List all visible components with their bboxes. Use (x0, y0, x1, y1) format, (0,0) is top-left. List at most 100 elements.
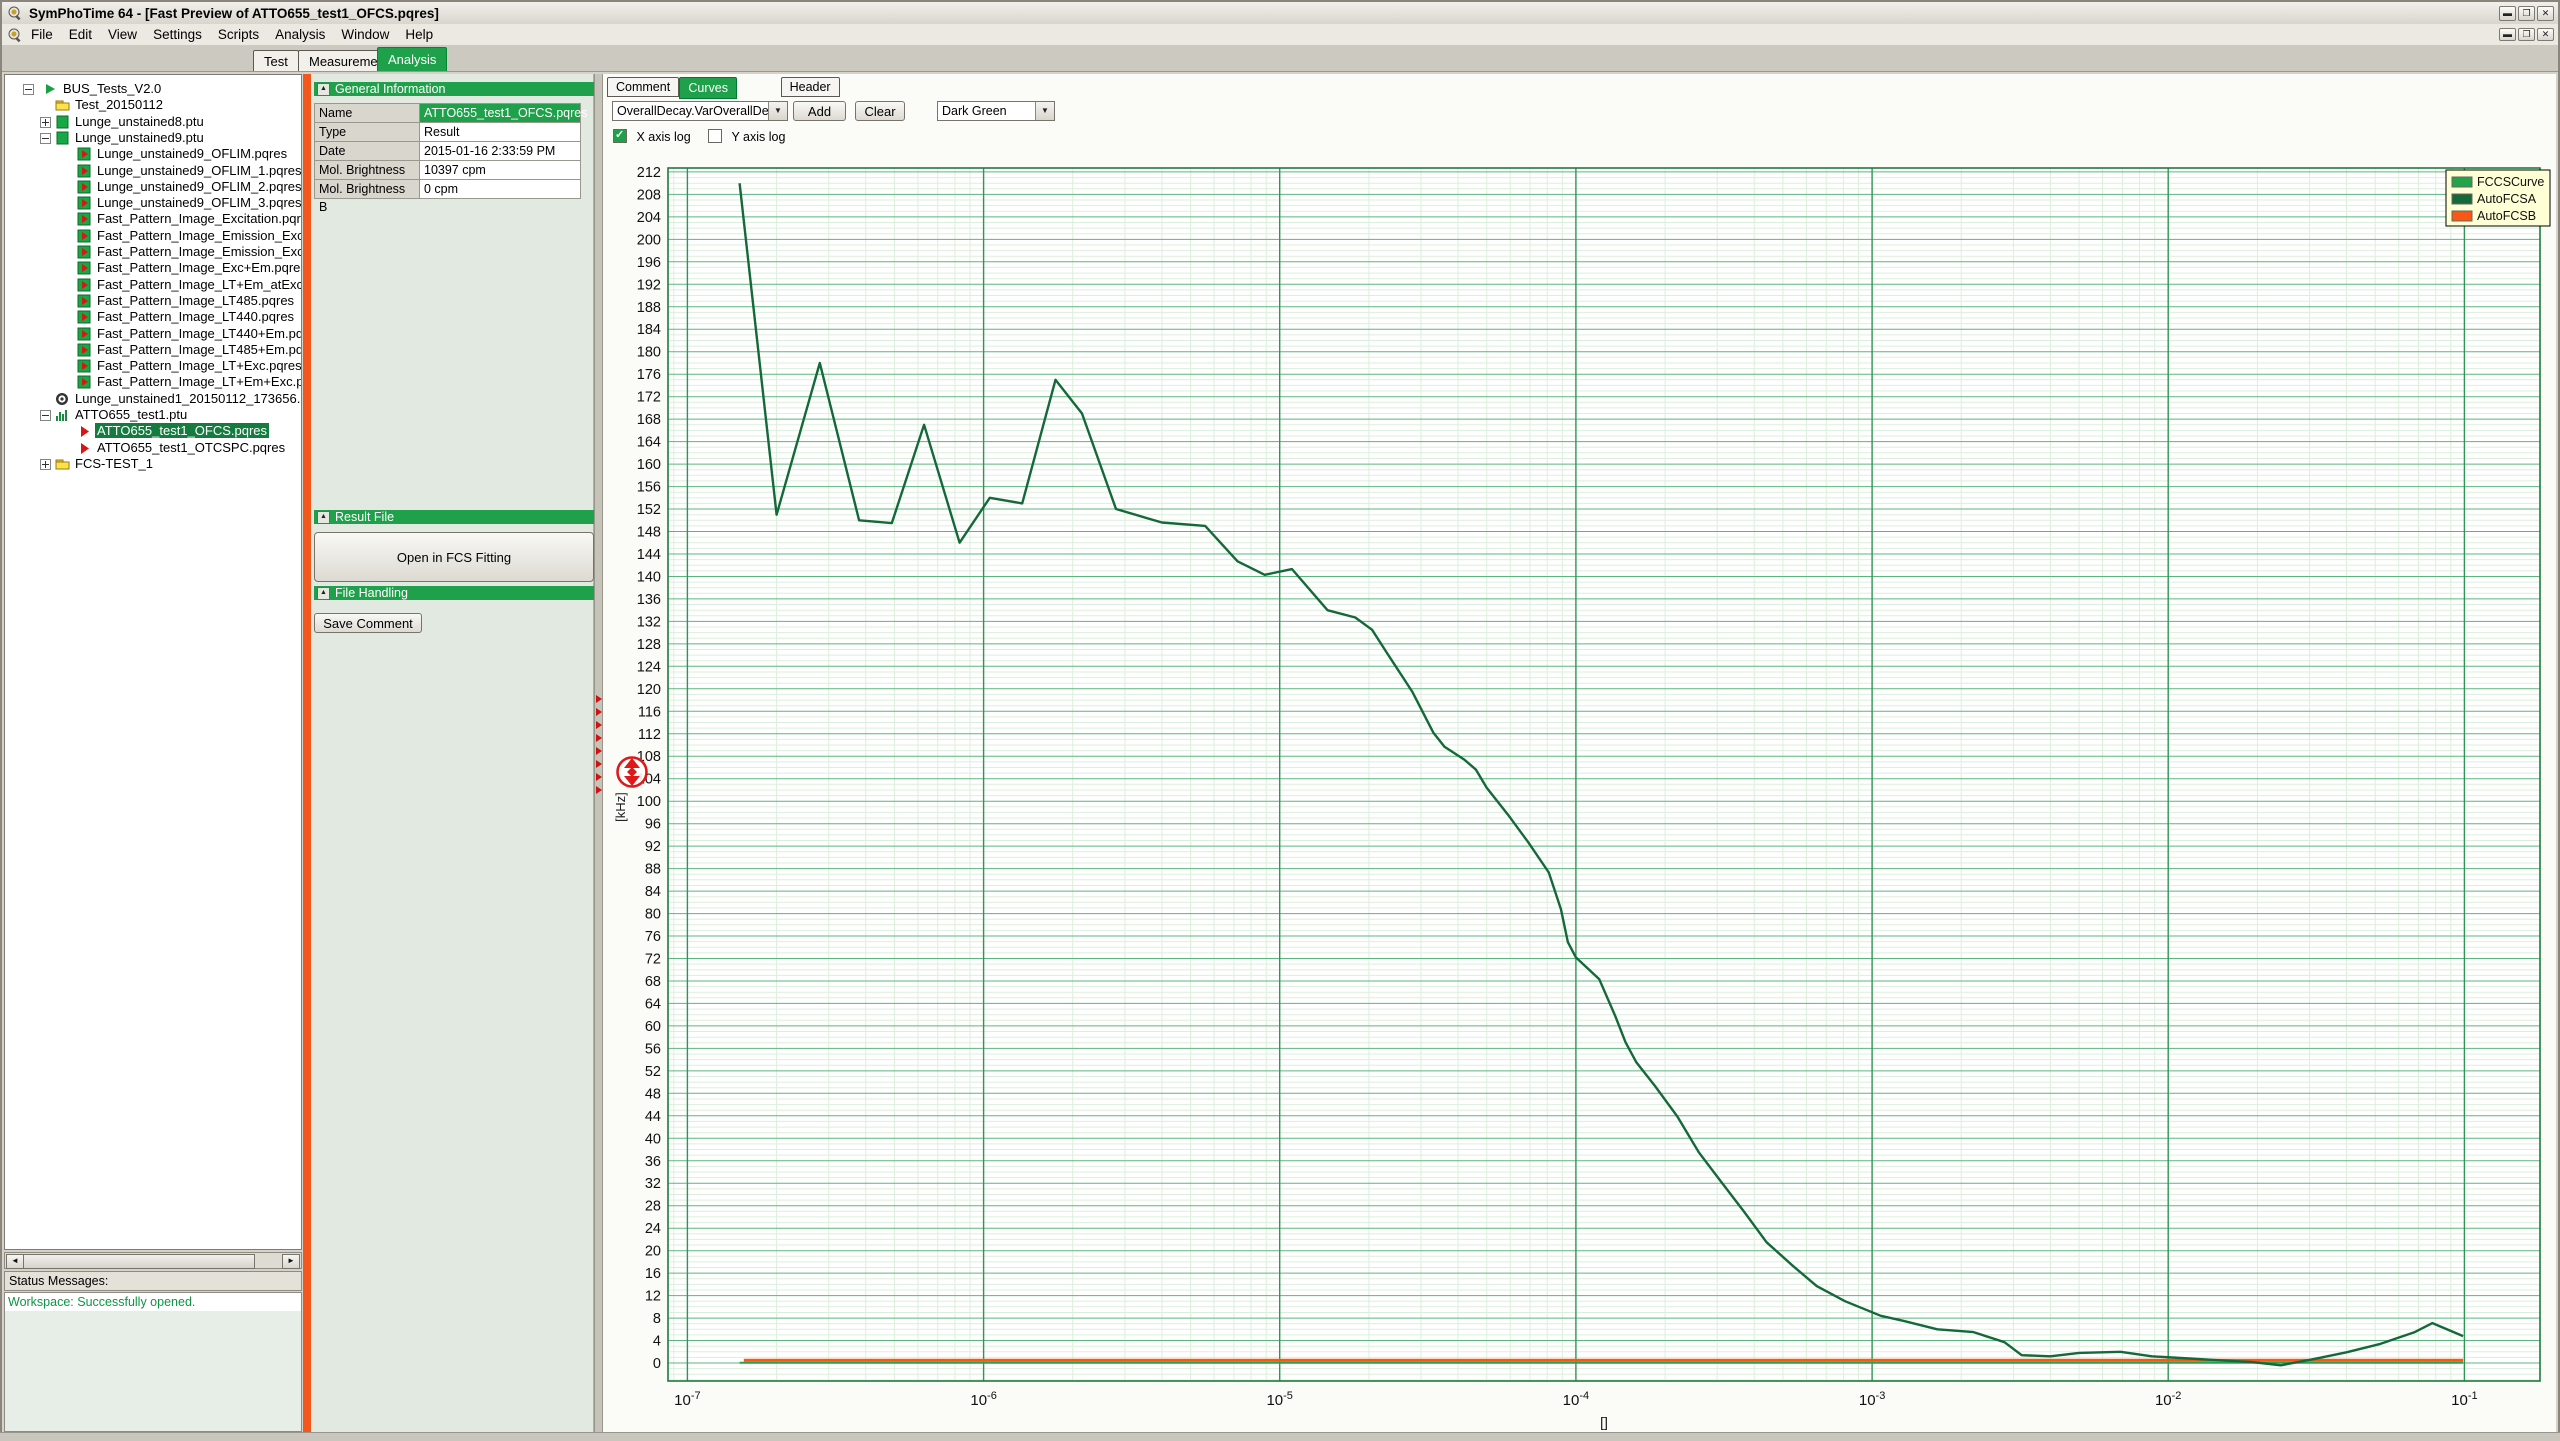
tree-item-label[interactable]: Fast_Pattern_Image_Emission_Exc485.pqres (95, 244, 302, 259)
menu-item-settings[interactable]: Settings (145, 25, 210, 44)
splitter-collapse-arrow-icon[interactable] (596, 786, 602, 794)
clear-curves-button[interactable]: Clear (855, 101, 905, 121)
tree-splitter[interactable] (303, 74, 311, 1432)
tree-item-label[interactable]: Fast_Pattern_Image_LT485+Em.pqres (95, 342, 302, 357)
mdi-close-button[interactable]: ✕ (2537, 28, 2554, 41)
tree-item-label[interactable]: Fast_Pattern_Image_LT+Em+Exc.pqres (95, 374, 302, 389)
tree-item-lunge-unstained9-oflim-2-pqres[interactable]: Lunge_unstained9_OFLIM_2.pqres (5, 179, 301, 195)
splitter-collapse-arrow-icon[interactable] (596, 760, 602, 768)
tree-item-fast-pattern-image-lt485-pqres[interactable]: Fast_Pattern_Image_LT485.pqres (5, 293, 301, 309)
checkbox-checked-icon[interactable] (613, 129, 627, 143)
open-in-fcs-fitting-button[interactable]: Open in FCS Fitting (314, 532, 594, 582)
add-curve-button[interactable]: Add (793, 101, 846, 121)
tab-comment[interactable]: Comment (607, 77, 679, 97)
tab-curves-10-[interactable]: Curves (10) (679, 77, 737, 99)
tree-item-label[interactable]: Lunge_unstained9_OFLIM.pqres (95, 146, 289, 161)
result-file-header[interactable]: ▲ Result File (314, 510, 594, 524)
collapse-icon[interactable] (40, 410, 51, 421)
menu-item-file[interactable]: File (23, 25, 61, 44)
tree-item-fast-pattern-image-emission-exc485-pqres[interactable]: Fast_Pattern_Image_Emission_Exc485.pqres (5, 244, 301, 260)
plot-background[interactable] (668, 168, 2540, 1381)
menu-item-view[interactable]: View (100, 25, 145, 44)
checkbox-unchecked-icon[interactable] (708, 129, 722, 143)
file-handling-header[interactable]: ▲ File Handling (314, 586, 594, 600)
y-axis-log-checkbox[interactable]: Y axis log (708, 128, 785, 146)
tree-item-label[interactable]: Lunge_unstained9.ptu (73, 130, 206, 145)
menu-item-scripts[interactable]: Scripts (210, 25, 267, 44)
tree-item-label[interactable]: Fast_Pattern_Image_LT+Exc.pqres (95, 358, 302, 373)
tree-item-fast-pattern-image-emission-exc440-pqres[interactable]: Fast_Pattern_Image_Emission_Exc440.pqres (5, 228, 301, 244)
tree-item-fast-pattern-image-lt-exc-pqres[interactable]: Fast_Pattern_Image_LT+Exc.pqres (5, 358, 301, 374)
tree-item-lunge-unstained9-oflim-1-pqres[interactable]: Lunge_unstained9_OFLIM_1.pqres (5, 163, 301, 179)
mdi-minimize-button[interactable]: ▬ (2499, 28, 2516, 41)
tree-item-test-20150112[interactable]: Test_20150112 (5, 97, 301, 113)
collapse-icon[interactable] (40, 133, 51, 144)
menu-item-analysis[interactable]: Analysis (267, 25, 333, 44)
splitter-collapse-arrow-icon[interactable] (596, 734, 602, 742)
tree-item-bus-tests-v2-0[interactable]: BUS_Tests_V2.0 (5, 81, 301, 97)
tree-item-fast-pattern-image-lt440-em-pqres[interactable]: Fast_Pattern_Image_LT440+Em.pqres (5, 326, 301, 342)
tree-item-atto655-test1-ofcs-pqres[interactable]: ATTO655_test1_OFCS.pqres (5, 423, 301, 439)
general-information-header[interactable]: ▲ General Information (314, 82, 594, 96)
tree-item-label[interactable]: ATTO655_test1_OTCSPC.pqres (95, 440, 287, 455)
tab-analysis[interactable]: Analysis (377, 47, 447, 71)
menu-item-help[interactable]: Help (397, 25, 441, 44)
tree-item-atto655-test1-ptu[interactable]: ATTO655_test1.ptu (5, 407, 301, 423)
tab-header[interactable]: Header (781, 77, 840, 97)
tree-item-lunge-unstained1-20150112-173656-bmp[interactable]: Lunge_unstained1_20150112_173656.bmp (5, 391, 301, 407)
splitter-collapse-arrow-icon[interactable] (596, 773, 602, 781)
collapse-icon[interactable] (23, 84, 34, 95)
minimize-button[interactable]: ▬ (2499, 6, 2516, 21)
fcs-curve-chart[interactable]: 0481216202428323640444852566064687276808… (603, 145, 2556, 1432)
splitter-collapse-arrow-icon[interactable] (596, 747, 602, 755)
tree-item-fast-pattern-image-lt-em-exc-pqres[interactable]: Fast_Pattern_Image_LT+Em+Exc.pqres (5, 374, 301, 390)
scroll-right-button[interactable]: ► (282, 1254, 300, 1269)
tree-item-lunge-unstained8-ptu[interactable]: Lunge_unstained8.ptu (5, 114, 301, 130)
tab-test[interactable]: Test (253, 50, 299, 71)
tree-item-label[interactable]: Lunge_unstained8.ptu (73, 114, 206, 129)
tree-item-label[interactable]: Lunge_unstained1_20150112_173656.bmp (73, 391, 302, 406)
tree-item-label[interactable]: Lunge_unstained9_OFLIM_2.pqres (95, 179, 302, 194)
pan-mode-icon[interactable] (618, 758, 647, 787)
tree-item-label[interactable]: Fast_Pattern_Image_Emission_Exc440.pqres (95, 228, 302, 243)
scroll-left-button[interactable]: ◄ (6, 1254, 24, 1269)
tree-item-label[interactable]: Fast_Pattern_Image_LT485.pqres (95, 293, 296, 308)
collapse-icon[interactable]: ▲ (317, 83, 330, 96)
curve-select-combo[interactable]: OverallDecay.VarOverallDecay ▼ (612, 101, 788, 121)
tree-item-label[interactable]: Lunge_unstained9_OFLIM_3.pqres (95, 195, 302, 210)
tree-item-lunge-unstained9-oflim-pqres[interactable]: Lunge_unstained9_OFLIM.pqres (5, 146, 301, 162)
menu-item-edit[interactable]: Edit (61, 25, 100, 44)
tree-item-fast-pattern-image-exc-em-pqres[interactable]: Fast_Pattern_Image_Exc+Em.pqres (5, 260, 301, 276)
color-select-combo[interactable]: Dark Green ▼ (937, 101, 1055, 121)
tree-item-label[interactable]: Fast_Pattern_Image_LT+Em_atExc485.pqres (95, 277, 302, 292)
x-axis-log-checkbox[interactable]: X axis log (613, 128, 691, 146)
tree-item-fast-pattern-image-lt-em-atexc485-pqres[interactable]: Fast_Pattern_Image_LT+Em_atExc485.pqres (5, 277, 301, 293)
close-button[interactable]: ✕ (2537, 6, 2554, 21)
panel-splitter[interactable] (594, 74, 603, 1432)
chevron-down-icon[interactable]: ▼ (1035, 102, 1054, 120)
tree-item-label[interactable]: BUS_Tests_V2.0 (61, 81, 163, 96)
scroll-thumb[interactable] (23, 1254, 255, 1269)
expand-icon[interactable] (40, 117, 51, 128)
splitter-collapse-arrow-icon[interactable] (596, 708, 602, 716)
chevron-down-icon[interactable]: ▼ (768, 102, 787, 120)
tree-item-fast-pattern-image-lt440-pqres[interactable]: Fast_Pattern_Image_LT440.pqres (5, 309, 301, 325)
tree-item-lunge-unstained9-oflim-3-pqres[interactable]: Lunge_unstained9_OFLIM_3.pqres (5, 195, 301, 211)
tree-item-label[interactable]: ATTO655_test1_OFCS.pqres (95, 423, 269, 438)
splitter-collapse-arrow-icon[interactable] (596, 695, 602, 703)
tree-item-label[interactable]: Fast_Pattern_Image_LT440+Em.pqres (95, 326, 302, 341)
tree-item-fast-pattern-image-lt485-em-pqres[interactable]: Fast_Pattern_Image_LT485+Em.pqres (5, 342, 301, 358)
tree-item-atto655-test1-otcspc-pqres[interactable]: ATTO655_test1_OTCSPC.pqres (5, 440, 301, 456)
menu-item-window[interactable]: Window (333, 25, 397, 44)
maximize-button[interactable]: ❐ (2518, 6, 2535, 21)
collapse-icon[interactable]: ▲ (317, 511, 330, 524)
mdi-restore-button[interactable]: ❐ (2518, 28, 2535, 41)
tree-item-label[interactable]: Fast_Pattern_Image_Excitation.pqres (95, 211, 302, 226)
tree-item-label[interactable]: FCS-TEST_1 (73, 456, 155, 471)
tree-item-label[interactable]: ATTO655_test1.ptu (73, 407, 189, 422)
splitter-collapse-arrow-icon[interactable] (596, 721, 602, 729)
tree-item-lunge-unstained9-ptu[interactable]: Lunge_unstained9.ptu (5, 130, 301, 146)
collapse-icon[interactable]: ▲ (317, 587, 330, 600)
save-comment-button[interactable]: Save Comment (314, 613, 422, 633)
tree-item-fast-pattern-image-excitation-pqres[interactable]: Fast_Pattern_Image_Excitation.pqres (5, 211, 301, 227)
